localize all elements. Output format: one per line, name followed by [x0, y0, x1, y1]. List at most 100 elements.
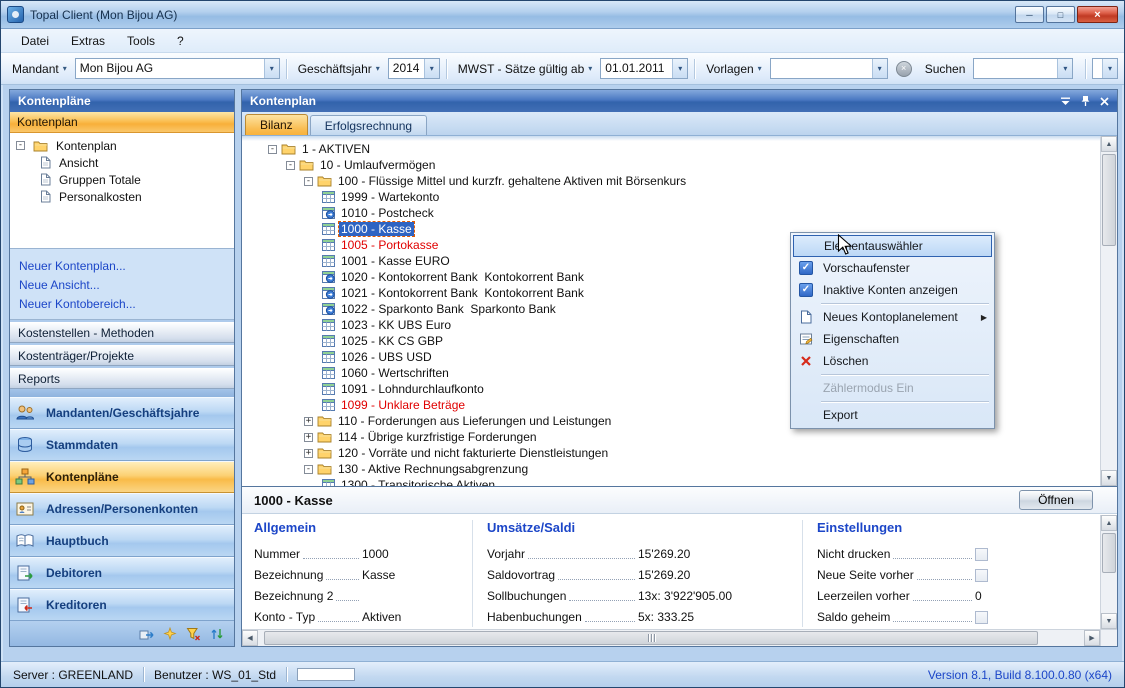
dropdown-icon[interactable]: [1060, 97, 1071, 106]
tree-item[interactable]: +120 - Vorräte und nicht fakturierte Die…: [242, 445, 1100, 461]
sidebar-nav-adressen-personenkonten[interactable]: Adressen/Personenkonten: [10, 493, 234, 525]
tree-item[interactable]: -10 - Umlaufvermögen: [242, 157, 1100, 173]
detail-horizontal-scrollbar[interactable]: ◀ ▶: [242, 629, 1100, 646]
scrollbar-thumb[interactable]: [1102, 154, 1116, 246]
context-menu: Elementauswähler✓Vorschaufenster✓Inaktiv…: [790, 232, 995, 429]
vor­lagen-combobox[interactable]: ▾: [770, 58, 888, 79]
menu-help[interactable]: ?: [167, 31, 194, 51]
minimize-button[interactable]: ─: [1015, 6, 1044, 23]
chevron-down-icon: ▾: [63, 64, 67, 73]
context-menu-item-zaehlermodus-ein[interactable]: Zählermodus Ein: [793, 377, 992, 399]
sidebar-tree-item-ansicht[interactable]: Ansicht: [16, 154, 232, 171]
chevron-down-icon[interactable]: ▾: [672, 59, 687, 78]
menu-tools[interactable]: Tools: [117, 31, 165, 51]
chevron-down-icon[interactable]: ▾: [264, 59, 279, 78]
chevron-down-icon[interactable]: ▾: [872, 59, 887, 78]
field-value: 1000: [362, 547, 458, 563]
geschaeftsjahr-combobox[interactable]: 2014▾: [388, 58, 440, 79]
toolbar-overflow-combobox[interactable]: ▾: [1092, 58, 1118, 79]
link-neuer-kontobereich[interactable]: Neuer Kontobereich...: [19, 294, 234, 313]
section-reports[interactable]: Reports: [10, 368, 234, 389]
vorlagen-dropdown-label[interactable]: Vorlagen▾: [701, 59, 766, 79]
checkbox-nicht-drucken[interactable]: [975, 548, 988, 561]
tree-vertical-scrollbar[interactable]: ▲ ▼: [1100, 136, 1117, 486]
clear-search-button[interactable]: ×: [896, 61, 912, 77]
scrollbar-thumb[interactable]: [1102, 533, 1116, 573]
context-menu-item-elementauswaehler[interactable]: Elementauswähler: [793, 235, 992, 257]
section-kostentraeger-projekte[interactable]: Kostenträger/Projekte: [10, 345, 234, 366]
mwst-combobox[interactable]: 01.01.2011▾: [600, 58, 688, 79]
tree-item[interactable]: 1999 - Wartekonto: [242, 189, 1100, 205]
tree-item[interactable]: 1300 - Transitorische Aktiven: [242, 477, 1100, 486]
tree-item[interactable]: 1010 - Postcheck: [242, 205, 1100, 221]
tree-item[interactable]: -1 - AKTIVEN: [242, 141, 1100, 157]
tab-bilanz[interactable]: Bilanz: [245, 114, 308, 135]
filter-icon[interactable]: [186, 627, 201, 641]
tree-item[interactable]: -130 - Aktive Rechnungsabgrenzung: [242, 461, 1100, 477]
mwst-dropdown-label[interactable]: MWST - Sätze gültig ab▾: [453, 59, 598, 79]
context-menu-item-neues-kontoplanelement[interactable]: Neues Kontoplanelement▶: [793, 306, 992, 328]
sidebar-tree-item-personalkosten[interactable]: Personalkosten: [16, 188, 232, 205]
close-button[interactable]: ×: [1077, 6, 1118, 23]
search-input[interactable]: ▾: [973, 58, 1073, 79]
tree-item[interactable]: -100 - Flüssige Mittel und kurzfr. gehal…: [242, 173, 1100, 189]
mandant-combobox[interactable]: Mon Bijou AG▾: [75, 58, 280, 79]
context-menu-item-inaktive-konten-anzeigen[interactable]: ✓Inaktive Konten anzeigen: [793, 279, 992, 301]
expand-expander-icon[interactable]: +: [304, 449, 313, 458]
sidebar-nav-debitoren[interactable]: Debitoren: [10, 557, 234, 589]
chevron-down-icon[interactable]: ▾: [1057, 59, 1072, 78]
maximize-button[interactable]: □: [1046, 6, 1075, 23]
sidebar-nav-mandanten-geschaeftsjahre[interactable]: Mandanten/Geschäftsjahre: [10, 397, 234, 429]
geschaeftsjahr-dropdown-label[interactable]: Geschäftsjahr▾: [293, 59, 385, 79]
scroll-down-icon[interactable]: ▼: [1101, 470, 1117, 486]
sort-icon[interactable]: [210, 627, 224, 641]
sidebar-nav-kreditoren[interactable]: Kreditoren: [10, 589, 234, 621]
mandant-dropdown-label[interactable]: Mandant▾: [7, 59, 72, 79]
pin-icon[interactable]: [1081, 95, 1090, 107]
sidebar-entry-kontenplan[interactable]: Kontenplan: [10, 112, 234, 133]
nav-label: Hauptbuch: [46, 534, 109, 548]
sidebar-tree-item-gruppen-totale[interactable]: Gruppen Totale: [16, 171, 232, 188]
export-icon[interactable]: [139, 627, 154, 641]
scroll-left-icon[interactable]: ◀: [242, 630, 258, 646]
open-button[interactable]: Öffnen: [1019, 490, 1093, 510]
mouse-cursor: [837, 234, 853, 256]
context-menu-item-loeschen[interactable]: Löschen: [793, 350, 992, 372]
wand-icon[interactable]: [163, 627, 177, 641]
menu-datei[interactable]: Datei: [11, 31, 59, 51]
sidebar-tree-root[interactable]: -Kontenplan: [16, 137, 232, 154]
sidebar-nav-hauptbuch[interactable]: Hauptbuch: [10, 525, 234, 557]
scrollbar-track[interactable]: [258, 630, 1084, 646]
expand-expander-icon[interactable]: +: [304, 433, 313, 442]
scroll-up-icon[interactable]: ▲: [1101, 136, 1117, 152]
tab-erfolgsrechnung[interactable]: Erfolgsrechnung: [310, 115, 427, 135]
sidebar-nav-stammdaten[interactable]: Stammdaten: [10, 429, 234, 461]
collapse-expander-icon[interactable]: -: [286, 161, 295, 170]
link-neue-ansicht[interactable]: Neue Ansicht...: [19, 275, 234, 294]
detail-vertical-scrollbar[interactable]: ▲ ▼: [1100, 515, 1117, 629]
checkbox-saldo-geheim[interactable]: [975, 611, 988, 624]
collapse-expander-icon[interactable]: -: [304, 177, 313, 186]
chevron-down-icon[interactable]: ▾: [1102, 59, 1117, 78]
context-menu-item-eigenschaften[interactable]: Eigenschaften: [793, 328, 992, 350]
scrollbar-track[interactable]: [1101, 531, 1117, 613]
collapse-expander-icon[interactable]: -: [304, 465, 313, 474]
tree-item[interactable]: +114 - Übrige kurzfristige Forderungen: [242, 429, 1100, 445]
chevron-down-icon[interactable]: ▾: [424, 59, 439, 78]
collapse-expander-icon[interactable]: -: [16, 141, 25, 150]
link-neuer-kontenplan[interactable]: Neuer Kontenplan...: [19, 256, 234, 275]
checkbox-neue-seite-vorher[interactable]: [975, 569, 988, 582]
scroll-down-icon[interactable]: ▼: [1101, 613, 1117, 629]
collapse-expander-icon[interactable]: -: [268, 145, 277, 154]
close-icon[interactable]: [1100, 97, 1109, 106]
scrollbar-track[interactable]: [1101, 152, 1117, 470]
menu-extras[interactable]: Extras: [61, 31, 115, 51]
expand-expander-icon[interactable]: +: [304, 417, 313, 426]
section-kostenstellen-methoden[interactable]: Kostenstellen - Methoden: [10, 322, 234, 343]
scrollbar-thumb[interactable]: [264, 631, 1038, 645]
context-menu-item-vorschaufenster[interactable]: ✓Vorschaufenster: [793, 257, 992, 279]
scroll-right-icon[interactable]: ▶: [1084, 630, 1100, 646]
scroll-up-icon[interactable]: ▲: [1101, 515, 1117, 531]
context-menu-item-export[interactable]: Export: [793, 404, 992, 426]
sidebar-nav-kontenplaene[interactable]: Kontenpläne: [10, 461, 234, 493]
